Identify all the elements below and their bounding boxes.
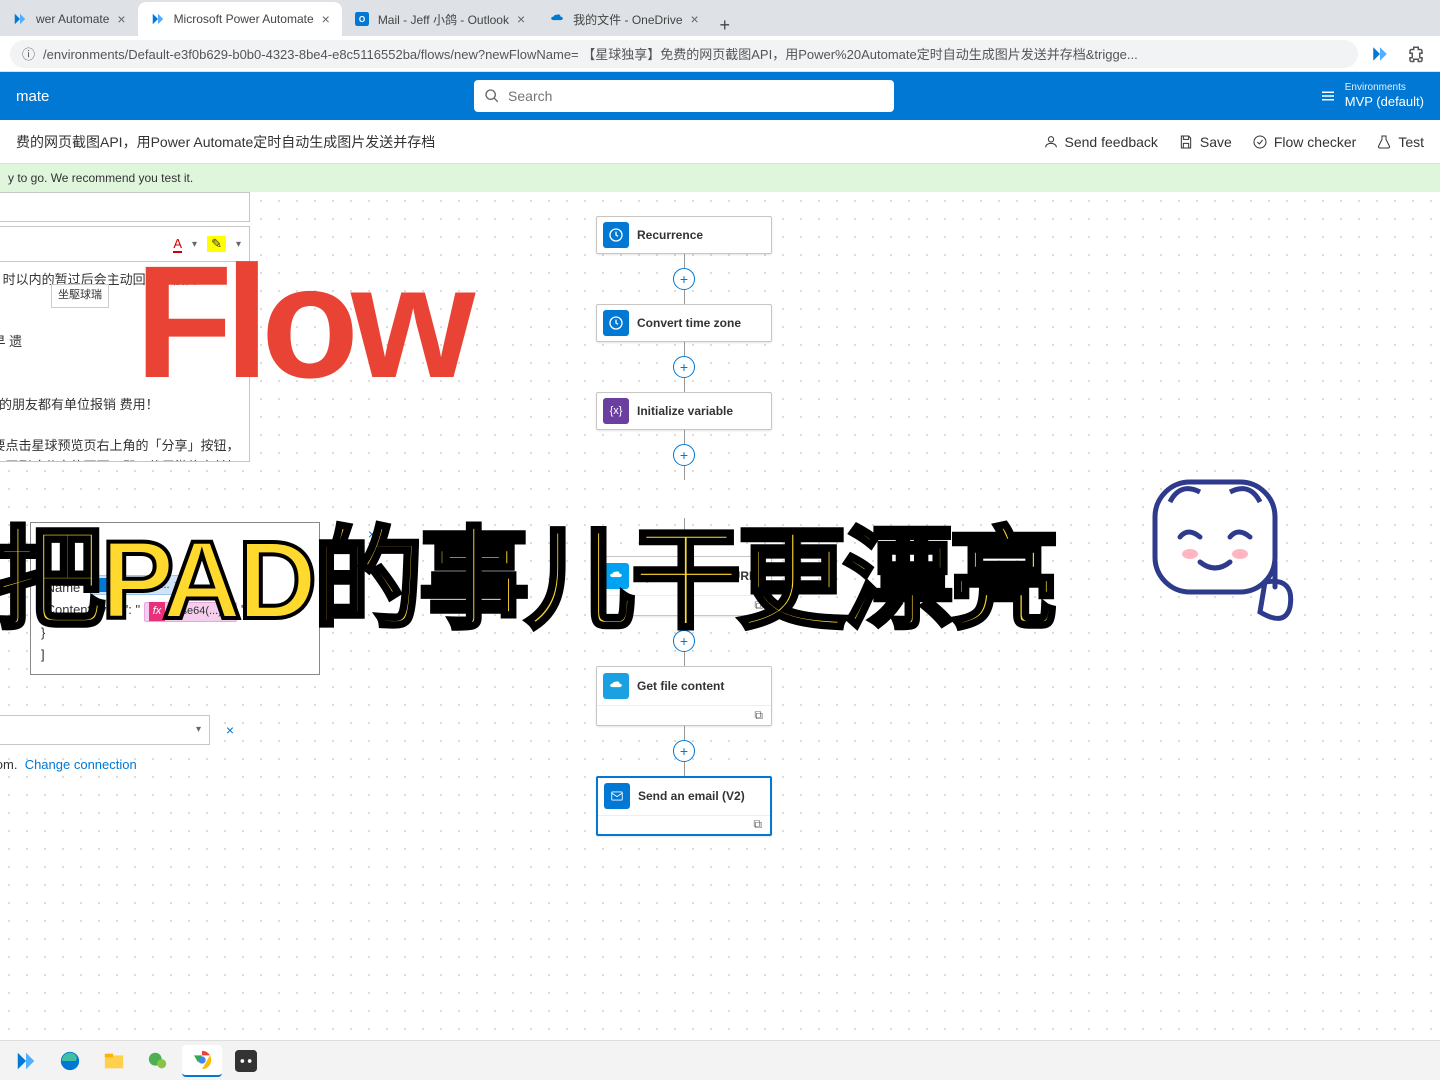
importance-dropdown[interactable]: ▾ — [0, 715, 210, 745]
onedrive-icon — [603, 673, 629, 699]
switch-mode-button[interactable]: ▦ — [328, 522, 352, 546]
flow-steps-column: Recurrence + Convert time zone + {x} Ini… — [596, 216, 772, 836]
environment-icon — [1319, 87, 1337, 105]
chevron-down-icon: ▾ — [196, 724, 201, 735]
environment-picker[interactable]: Environments MVP (default) — [1319, 82, 1424, 110]
extension-flow-icon[interactable] — [1366, 40, 1394, 68]
taskbar-edge[interactable] — [50, 1045, 90, 1077]
outlook-icon: O — [354, 11, 370, 27]
url-field[interactable]: ⓘ /environments/Default-e3f0b629-b0b0-43… — [10, 40, 1358, 68]
svg-text:O: O — [359, 15, 365, 24]
browser-tab-3[interactable]: 我的文件 - OneDrive × — [537, 2, 711, 36]
tab-label: Mail - Jeff 小鸽 - Outlook — [378, 11, 509, 28]
taskbar-power-automate[interactable] — [6, 1045, 46, 1077]
flow-icon — [12, 11, 28, 27]
add-step-button[interactable]: + — [673, 268, 695, 290]
outlook-icon — [604, 783, 630, 809]
onedrive-icon — [603, 563, 629, 589]
tab-label: Microsoft Power Automate — [174, 12, 314, 26]
command-bar: 费的网页截图API，用Power Automate定时自动生成图片发送并存档 S… — [0, 120, 1440, 164]
connector: + — [596, 254, 772, 304]
browser-tab-0[interactable]: wer Automate × — [0, 2, 138, 36]
mascot-illustration — [1120, 442, 1320, 642]
address-bar: ⓘ /environments/Default-e3f0b629-b0b0-43… — [0, 36, 1440, 72]
highlight-button[interactable]: ✎ — [207, 236, 226, 252]
clock-icon — [603, 222, 629, 248]
browser-tab-2[interactable]: O Mail - Jeff 小鸽 - Outlook × — [342, 2, 537, 36]
close-icon[interactable]: × — [683, 11, 699, 27]
site-info-icon[interactable]: ⓘ — [22, 44, 35, 63]
add-step-button[interactable]: + — [673, 740, 695, 762]
close-icon[interactable]: × — [109, 11, 125, 27]
connector — [596, 518, 772, 556]
taskbar-app[interactable] — [226, 1045, 266, 1077]
send-feedback-button[interactable]: Send feedback — [1043, 134, 1158, 150]
tab-label: 我的文件 - OneDrive — [573, 11, 682, 28]
flow-icon — [150, 11, 166, 27]
connector: + — [596, 726, 772, 776]
extensions-icon[interactable] — [1402, 40, 1430, 68]
scrollbar-thumb[interactable] — [241, 268, 247, 288]
flow-checker-button[interactable]: Flow checker — [1252, 134, 1356, 150]
env-label: Environments — [1345, 82, 1424, 94]
variable-icon: {x} — [603, 398, 629, 424]
add-step-button[interactable]: + — [673, 630, 695, 652]
link-icon: ⧉ — [754, 708, 763, 723]
search-icon — [484, 88, 500, 104]
search-input[interactable] — [508, 88, 884, 104]
save-icon — [1178, 134, 1194, 150]
close-icon[interactable]: × — [509, 11, 525, 27]
app-header: mate Environments MVP (default) — [0, 72, 1440, 120]
browser-tab-1[interactable]: Microsoft Power Automate × — [138, 2, 342, 36]
link-icon: ⧉ — [754, 598, 763, 613]
url-text: /environments/Default-e3f0b629-b0b0-4323… — [43, 44, 1138, 63]
tab-label: wer Automate — [36, 12, 109, 26]
step-send-email[interactable]: Send an email (V2) ⧉ — [596, 776, 772, 836]
taskbar-chrome[interactable] — [182, 1045, 222, 1077]
clear-button[interactable]: × — [218, 718, 242, 742]
attachments-json-editor[interactable]: [ { "Name": Display n...× , "ContentByte… — [30, 522, 320, 675]
step-get-file-content[interactable]: Get file content ⧉ — [596, 666, 772, 726]
link-icon: ⧉ — [753, 817, 762, 832]
env-name: MVP (default) — [1345, 94, 1424, 110]
clock-icon — [603, 310, 629, 336]
change-connection-link[interactable]: Change connection — [25, 757, 137, 772]
app-title: mate — [16, 88, 49, 105]
windows-taskbar — [0, 1040, 1440, 1080]
search-box[interactable] — [474, 80, 894, 112]
step-upload-file[interactable]: Upload file from URL ⧉ — [596, 556, 772, 616]
step-recurrence[interactable]: Recurrence — [596, 216, 772, 254]
taskbar-explorer[interactable] — [94, 1045, 134, 1077]
feedback-icon — [1043, 134, 1059, 150]
test-button[interactable]: Test — [1376, 134, 1424, 150]
connector: + — [596, 430, 772, 480]
taskbar-wechat[interactable] — [138, 1045, 178, 1077]
browser-tab-strip: wer Automate × Microsoft Power Automate … — [0, 0, 1440, 36]
new-tab-button[interactable]: + — [711, 15, 739, 36]
font-color-button[interactable]: A — [173, 236, 182, 253]
email-body-editor[interactable]: 不拉群！绝不免费！优 时以内的暂过后会主动回答，被白 的阶梯涨价模式： 后来12… — [0, 262, 250, 462]
step-initialize-variable[interactable]: {x} Initialize variable — [596, 392, 772, 430]
connector: + — [596, 342, 772, 392]
checker-icon — [1252, 134, 1268, 150]
onedrive-icon — [549, 11, 565, 27]
test-icon — [1376, 134, 1392, 150]
richtext-toolbar: mal▾ Arial▾ 15p A▾ ✎▾ — [0, 226, 250, 262]
close-icon[interactable]: × — [314, 11, 330, 27]
subject-field[interactable] — [0, 192, 250, 222]
expression-token[interactable]: fxbase64(...)× — [144, 602, 238, 622]
token-placeholder[interactable]: 坐駆球瑞 — [51, 284, 109, 308]
save-button[interactable]: Save — [1178, 134, 1232, 150]
clear-button[interactable]: × — [360, 522, 384, 546]
ready-banner: y to go. We recommend you test it. — [0, 164, 1440, 192]
step-convert-timezone[interactable]: Convert time zone — [596, 304, 772, 342]
add-step-button[interactable]: + — [673, 356, 695, 378]
action-editor-panel: mal▾ Arial▾ 15p A▾ ✎▾ 不拉群！绝不免费！优 时以内的暂过后… — [0, 192, 400, 772]
connection-info: @mvpjeff.onmicrosoft.com. Change connect… — [0, 757, 400, 772]
flow-name: 费的网页截图API，用Power Automate定时自动生成图片发送并存档 — [16, 132, 435, 152]
dynamic-content-token[interactable]: Display n...× — [92, 575, 185, 595]
add-step-button[interactable]: + — [673, 444, 695, 466]
connector: + — [596, 616, 772, 666]
